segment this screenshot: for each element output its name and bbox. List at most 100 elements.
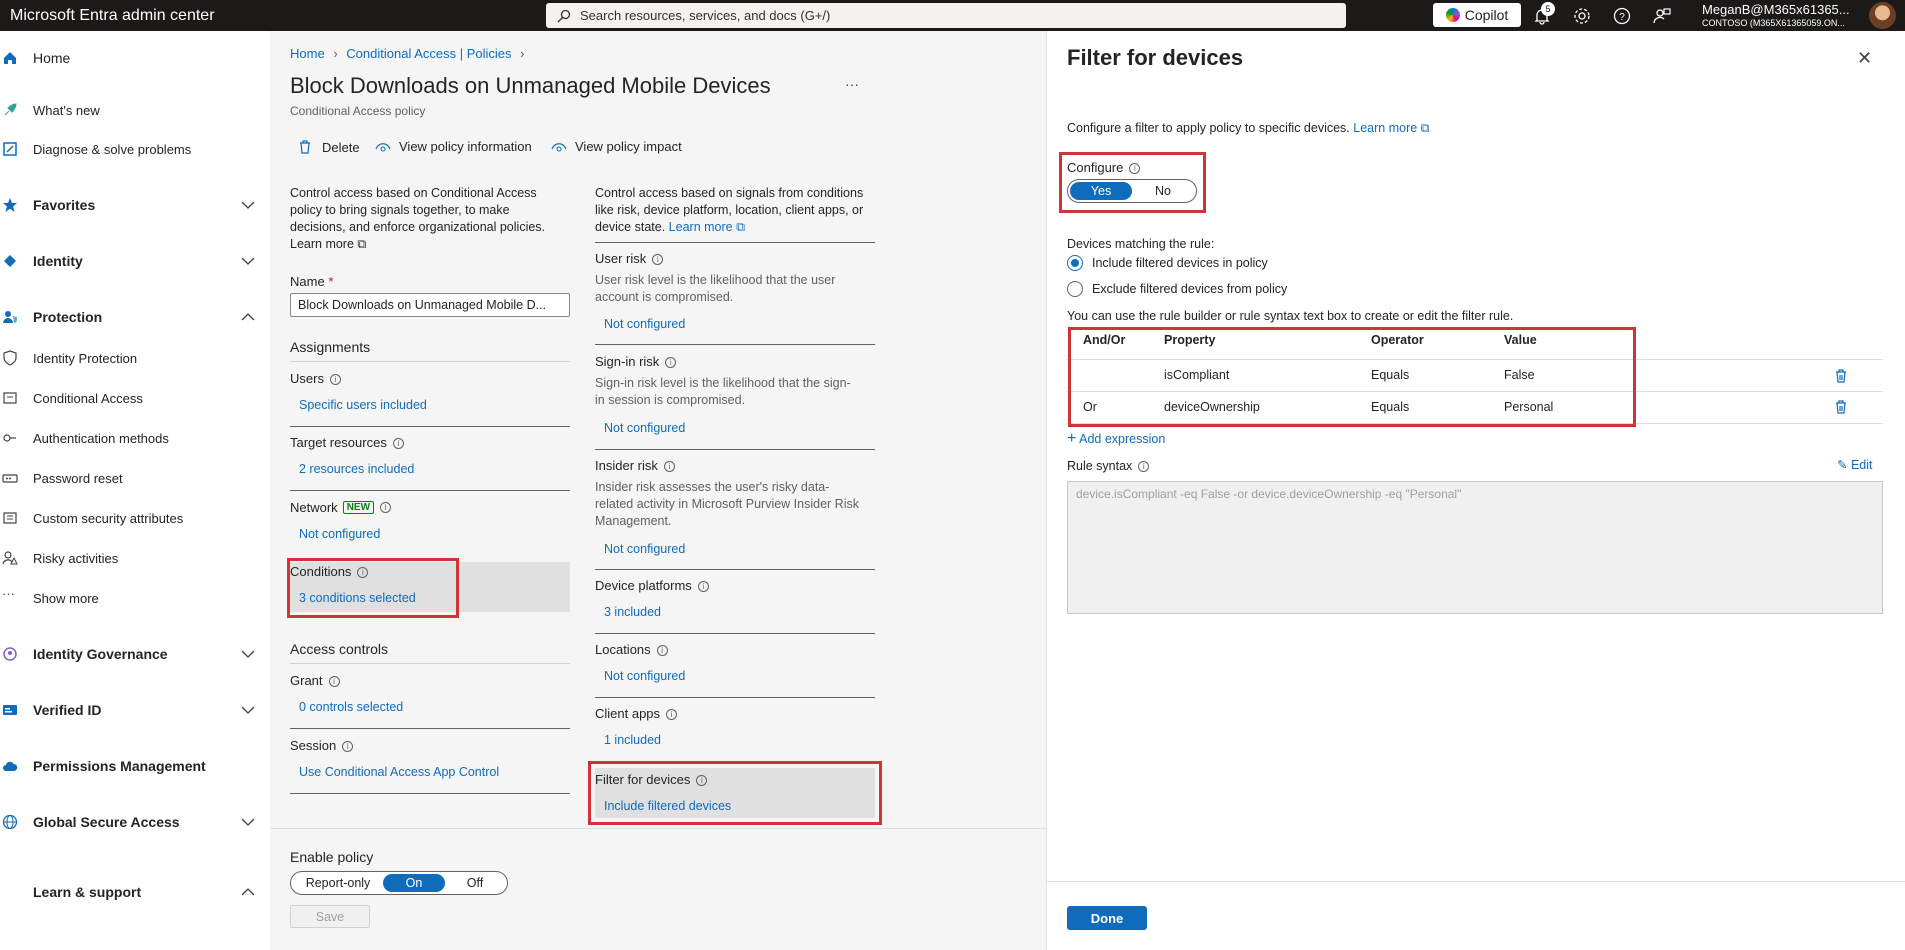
nav-global-secure-access[interactable]: Global Secure Access — [0, 804, 270, 840]
nav-home[interactable]: Home — [0, 40, 270, 76]
close-icon[interactable]: ✕ — [1857, 48, 1872, 69]
nav-learn-support-label: Learn & support — [33, 884, 142, 900]
session-link[interactable]: Use Conditional Access App Control — [299, 765, 499, 779]
nav-verified-id[interactable]: Verified ID — [0, 692, 270, 728]
breadcrumb: Home › Conditional Access | Policies › — [290, 46, 525, 61]
footer-divider — [270, 828, 1046, 829]
right-learn-more-link[interactable]: Learn more ⧉ — [669, 220, 745, 234]
required-marker: * — [328, 274, 334, 289]
nav-identity-governance[interactable]: Identity Governance — [0, 636, 270, 672]
account-org: CONTOSO (M365X61365059.ON... — [1702, 18, 1845, 28]
users-value-link[interactable]: Specific users included — [299, 398, 427, 412]
edit-button[interactable]: ✎ Edit — [1837, 457, 1873, 472]
locations-link[interactable]: Not configured — [604, 669, 685, 683]
nav-permissions-management[interactable]: Permissions Management — [0, 748, 270, 784]
save-button[interactable]: Save — [290, 905, 370, 928]
gear-icon[interactable] — [1572, 6, 1592, 26]
off-option[interactable]: Off — [445, 874, 505, 892]
session-label-text: Session — [290, 738, 337, 753]
nav-risky-activities-label: Risky activities — [33, 550, 119, 566]
attributes-icon — [3, 512, 17, 524]
panel-description: Configure a filter to apply policy to sp… — [1067, 121, 1430, 136]
nav-authentication-methods-label: Authentication methods — [33, 430, 169, 446]
breadcrumb-ca-policies[interactable]: Conditional Access | Policies — [346, 46, 511, 61]
insider-risk-link[interactable]: Not configured — [604, 542, 685, 556]
signin-risk-link[interactable]: Not configured — [604, 421, 685, 435]
nav-protection[interactable]: Protection — [0, 299, 270, 335]
matching-label: Devices matching the rule: — [1067, 237, 1215, 251]
on-option[interactable]: On — [383, 874, 445, 892]
chevron-up-icon — [241, 888, 255, 896]
view-policy-information-button[interactable]: View policy information — [375, 139, 532, 154]
more-options-button[interactable]: ··· — [845, 76, 859, 92]
divider — [290, 793, 570, 794]
divider — [290, 663, 570, 664]
info-icon: i — [656, 645, 668, 657]
nav-favorites[interactable]: Favorites — [0, 187, 270, 223]
client-apps-link[interactable]: 1 included — [604, 733, 661, 747]
breadcrumb-separator-icon: › — [520, 46, 525, 61]
account-name[interactable]: MeganB@M365x61365... — [1702, 2, 1850, 17]
nav-authentication-methods[interactable]: Authentication methods — [0, 420, 270, 456]
left-description-line: policy to bring signals together, to mak… — [290, 203, 510, 217]
user-risk-link[interactable]: Not configured — [604, 317, 685, 331]
help-icon[interactable]: ? — [1612, 6, 1632, 26]
conditions-highlight-box — [287, 558, 459, 618]
feedback-icon[interactable] — [1652, 6, 1672, 26]
delete-row-icon[interactable] — [1834, 399, 1848, 415]
info-icon: i — [663, 461, 675, 473]
nav-whats-new-label: What's new — [33, 102, 100, 118]
nav-learn-support[interactable]: Learn & support — [0, 874, 270, 910]
user-risk-label: User risk i — [595, 251, 664, 266]
nav-diagnose[interactable]: Diagnose & solve problems — [0, 131, 270, 167]
avatar[interactable] — [1869, 2, 1896, 29]
grant-link[interactable]: 0 controls selected — [299, 700, 403, 714]
policy-main-area: Home › Conditional Access | Policies › B… — [270, 31, 1046, 950]
nav-show-more[interactable]: ··· Show more — [0, 580, 270, 616]
report-only-option[interactable]: Report-only — [293, 874, 383, 892]
copilot-button[interactable]: Copilot — [1433, 3, 1521, 27]
right-description-line: device state. Learn more ⧉ — [595, 219, 745, 236]
name-label: Name * — [290, 274, 333, 289]
breadcrumb-home[interactable]: Home — [290, 46, 325, 61]
enable-policy-toggle[interactable]: Report-only On Off — [290, 871, 508, 895]
rule-syntax-textarea[interactable]: device.isCompliant -eq False -or device.… — [1067, 481, 1883, 614]
target-resources-link[interactable]: 2 resources included — [299, 462, 414, 476]
top-bar: Microsoft Entra admin center Search reso… — [0, 0, 1905, 31]
nav-password-reset[interactable]: Password reset — [0, 460, 270, 496]
nav-password-reset-label: Password reset — [33, 470, 123, 486]
chevron-down-icon — [241, 201, 255, 209]
eye-icon — [375, 142, 391, 151]
done-button[interactable]: Done — [1067, 906, 1147, 930]
nav-conditional-access-label: Conditional Access — [33, 390, 143, 406]
include-option-label: Include filtered devices in policy — [1092, 256, 1268, 270]
verified-id-icon — [3, 705, 17, 715]
left-learn-more-link[interactable]: Learn more ⧉ — [290, 236, 366, 253]
nav-favorites-label: Favorites — [33, 197, 96, 213]
search-input[interactable]: Search resources, services, and docs (G+… — [546, 3, 1346, 28]
device-platforms-link[interactable]: 3 included — [604, 605, 661, 619]
exclude-radio[interactable] — [1067, 281, 1083, 297]
panel-footer-divider — [1047, 881, 1905, 882]
nav-conditional-access[interactable]: Conditional Access — [0, 380, 270, 416]
info-icon: i — [342, 741, 354, 753]
add-expression-button[interactable]: + Add expression — [1067, 430, 1165, 448]
app-title[interactable]: Microsoft Entra admin center — [10, 7, 215, 25]
policy-name-input[interactable]: Block Downloads on Unmanaged Mobile D... — [290, 293, 570, 317]
panel-learn-more-link[interactable]: Learn more ⧉ — [1353, 121, 1429, 135]
plus-icon: + — [1067, 430, 1077, 447]
delete-row-icon[interactable] — [1834, 368, 1848, 384]
include-radio[interactable] — [1067, 255, 1083, 271]
network-link[interactable]: Not configured — [299, 527, 380, 541]
nav-risky-activities[interactable]: Risky activities — [0, 540, 270, 576]
chevron-up-icon — [241, 313, 255, 321]
view-policy-impact-button[interactable]: View policy impact — [551, 139, 682, 154]
nav-custom-security-attributes[interactable]: Custom security attributes — [0, 500, 270, 536]
nav-whats-new[interactable]: What's new — [0, 92, 270, 128]
divider — [290, 490, 570, 491]
nav-identity[interactable]: Identity — [0, 243, 270, 279]
delete-button[interactable]: Delete — [298, 139, 360, 155]
nav-identity-governance-label: Identity Governance — [33, 646, 168, 662]
nav-identity-protection[interactable]: Identity Protection — [0, 340, 270, 376]
target-resources-label-text: Target resources — [290, 435, 387, 450]
